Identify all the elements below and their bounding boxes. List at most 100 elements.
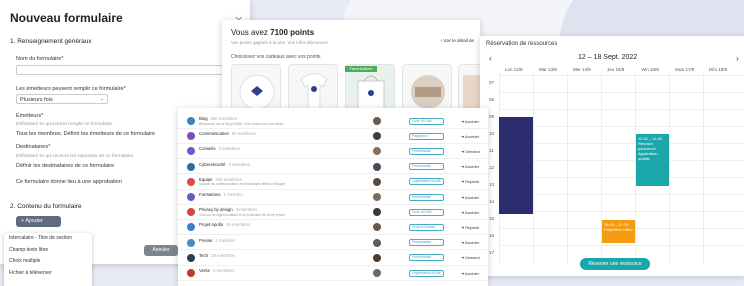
hour-label: 17 [489, 250, 495, 255]
community-members: 29 membres [211, 252, 235, 258]
menu-item-file-upload[interactable]: Fichier à téléverser [4, 268, 92, 280]
community-name: Formations 1 membre [199, 192, 243, 197]
community-row[interactable]: Conseils 2 membres Personnalisé ➜ Demand [178, 144, 488, 160]
rewards-panel: Vous avez 7100 points Vos points gagnés … [222, 20, 480, 121]
community-action-button[interactable]: ➜ Accéder [461, 271, 479, 276]
community-row[interactable]: Projet Apollo 46 membres Projet à l'Annee ➜… [178, 220, 488, 236]
community-name: Presse 1 membre [199, 238, 235, 243]
recipients-value[interactable]: Définir les destinataires de ce formulai… [16, 163, 114, 169]
community-action-button[interactable]: ➜ Demand [461, 149, 480, 154]
avatar [373, 238, 381, 247]
hour-gridline [499, 245, 744, 246]
community-action-label: Accéder [465, 210, 479, 215]
community-badge: Code d'ICAM [409, 208, 444, 216]
day-header: Sam 17/9 [675, 67, 695, 72]
community-members: 3 membres [228, 161, 251, 167]
community-row[interactable]: Vente 2 membres Organisation AGME ➜ Accéder [178, 266, 488, 281]
community-description: Tout sur la réglementation et la protect… [199, 212, 285, 217]
towel-icon [411, 75, 445, 109]
details-link[interactable]: › Voir le détail de [440, 38, 474, 43]
community-action-button[interactable]: ➜ Accéder [461, 119, 479, 124]
community-row[interactable]: Tech 29 membres Personnalisé ➜ Demand [178, 251, 488, 266]
community-row[interactable]: Communication 93 membres Pagination ➜ Accéd… [178, 129, 488, 144]
event-meeting-title: Réunion personnel Application mobile [638, 141, 658, 161]
chevron-down-icon: ⌄ [99, 96, 104, 102]
community-name-text: Formations [199, 192, 221, 197]
day-header: Jeu 15/9 [607, 67, 625, 72]
community-action-label: Demand [465, 256, 480, 261]
reserve-resource-button[interactable]: Réserver une ressource [580, 258, 650, 270]
menu-item-free-text[interactable]: Champ texte libre [4, 245, 92, 257]
community-action-button[interactable]: ➜ Accéder [461, 210, 479, 215]
community-name: Privacy by design 3 membres [199, 207, 257, 212]
community-row[interactable]: Privacy by design 3 membres Tout sur la ré… [178, 205, 488, 220]
add-field-button[interactable]: + Ajouter [16, 216, 61, 227]
community-badge: Projet à l'Annee [409, 223, 444, 231]
avatar [373, 162, 381, 171]
community-members: 240 membres [215, 176, 242, 182]
recipients-heading: Destinataires* [16, 144, 51, 150]
tote-bag-icon [357, 75, 385, 110]
community-icon [187, 147, 195, 156]
community-action-button[interactable]: ➜ Accéder [461, 195, 479, 200]
form-title: Nouveau formulaire [10, 11, 123, 25]
menu-item-section-title[interactable]: Intercalaire - Titre de section [4, 233, 92, 245]
event-monday[interactable] [499, 117, 533, 214]
gift-item-bag[interactable] [231, 64, 281, 114]
event-video-projection[interactable]: 16:00 – 17:30 Projection vidéo [602, 220, 635, 243]
event-meeting-mobile-app[interactable]: 11:30 – 14:30 Réunion personnel Applicat… [636, 134, 669, 186]
points-title: Vous avez 7100 points [231, 28, 314, 37]
community-action-button[interactable]: ➜ Accéder [461, 134, 479, 139]
recipients-help: Définissez ici qui recevra les réponses … [16, 154, 135, 159]
community-icon [187, 253, 195, 262]
community-name: Blog 250 membres [199, 116, 237, 121]
community-action-button[interactable]: ➜ Rejoindr [461, 179, 479, 184]
previous-week-icon[interactable]: ‹ [489, 54, 492, 63]
form-name-label: Nom du formulaire* [16, 56, 64, 62]
community-action-button[interactable]: ➜ Rejoindr [461, 225, 479, 230]
community-members: 2 membres [218, 146, 240, 152]
gift-item-more[interactable] [458, 64, 480, 114]
next-week-icon[interactable]: › [736, 54, 739, 63]
community-name-text: Presse [199, 237, 213, 243]
form-name-input[interactable] [16, 65, 244, 75]
community-name-text: Projet Apollo [199, 222, 224, 228]
community-row[interactable]: Formations 1 membre Personnalisé ➜ Accéder [178, 190, 488, 205]
community-members: 1 membre [223, 192, 243, 197]
details-link-label: Voir le détail de [443, 38, 474, 43]
community-icon [187, 177, 195, 186]
approval-toggle-label[interactable]: Ce formulaire donne lieu à une approbati… [16, 179, 122, 185]
emitters-value[interactable]: Tous les membres. Définir les émetteurs … [16, 131, 155, 137]
community-badge: Pagination [409, 132, 444, 140]
community-row[interactable]: Blog 250 membres Bienvenue sur le blog AGM… [178, 114, 488, 129]
gift-item-tshirt[interactable] [288, 64, 338, 114]
community-name-text: Vente [199, 268, 210, 273]
community-action-button[interactable]: ➜ Accéder [461, 240, 479, 245]
community-icon [187, 238, 195, 247]
community-name: Vente 2 membres [199, 268, 235, 273]
community-icon [187, 208, 195, 217]
day-header: Dim 18/9 [709, 67, 728, 72]
community-action-button[interactable]: ➜ Accéder [461, 164, 479, 169]
day-header: Lun 12/9 [505, 67, 523, 72]
menu-item-multiple-choice[interactable]: Choix multiple [4, 256, 92, 268]
community-description: Espace de communication et d'échanges dé… [199, 182, 286, 187]
community-name: Tech 29 membres [199, 253, 235, 258]
emitters-frequency-select[interactable]: Plusieurs fois ⌄ [16, 94, 108, 104]
gift-item-towels[interactable] [402, 64, 452, 114]
favorite-ribbon: Favoris/Avez [345, 66, 377, 72]
hour-gridline [499, 92, 744, 93]
community-action-button[interactable]: ➜ Demand [461, 255, 480, 260]
points-prefix: Vous avez [231, 28, 271, 37]
avatar [373, 147, 381, 156]
community-name: Projet Apollo 46 membres [199, 222, 250, 227]
community-row[interactable]: Presse 1 membre Personnalisé ➜ Accéder [178, 236, 488, 251]
hour-label: 07 [489, 80, 495, 85]
add-field-menu: Intercalaire - Titre de section Champ te… [4, 233, 92, 286]
cancel-button[interactable]: Annuler [144, 245, 178, 256]
points-value: 7100 points [270, 28, 315, 37]
community-row[interactable]: Cybersécurité 3 membres Personnalisé ➜ Accé… [178, 160, 488, 175]
emitters-frequency-value: Plusieurs fois [20, 97, 53, 103]
community-name-text: Cybersécurité [199, 161, 226, 167]
community-row[interactable]: Equipe 240 membres Espace de communication… [178, 175, 488, 190]
